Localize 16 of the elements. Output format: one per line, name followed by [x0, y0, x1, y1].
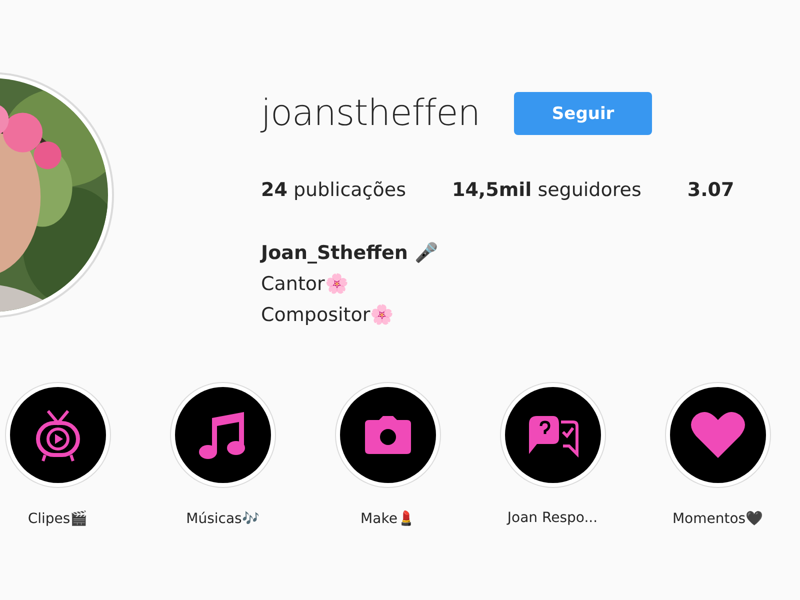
display-name: Joan_Stheffen 🎤: [261, 241, 440, 264]
highlight-label[interactable]: Clipes🎬: [28, 510, 88, 527]
bio-line: Compositor🌸: [261, 303, 396, 326]
highlight-label[interactable]: Músicas🎶: [186, 510, 259, 527]
username: joanstheffen: [261, 93, 480, 134]
highlight-label[interactable]: Joan Respo...: [507, 510, 598, 526]
stat-count[interactable]: 24 publicações: [261, 179, 406, 201]
highlight-label[interactable]: Momentos🖤: [672, 510, 763, 527]
tv-icon: [34, 407, 80, 463]
stat-count[interactable]: 3.07: [687, 179, 734, 201]
highlight-label[interactable]: Make💄: [360, 510, 414, 527]
camera-icon: [364, 416, 410, 454]
heart-icon: [690, 410, 746, 460]
bio-line: Cantor🌸: [261, 272, 350, 295]
stat-count[interactable]: 14,5mil seguidores: [452, 179, 642, 201]
music-notes-icon: [198, 410, 248, 460]
